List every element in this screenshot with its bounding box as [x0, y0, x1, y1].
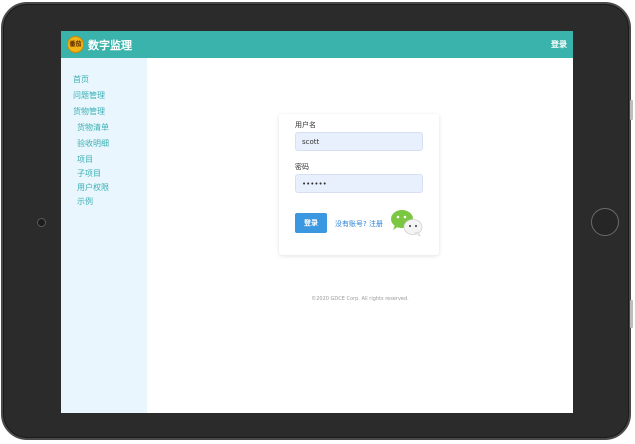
sidebar-item-projects[interactable]: 项目 [77, 154, 93, 165]
home-button[interactable] [591, 208, 619, 236]
volume-button[interactable] [630, 100, 633, 120]
sidebar-item-acceptance[interactable]: 验收明细 [77, 138, 109, 149]
username-label: 用户名 [295, 121, 316, 129]
sidebar-item-issues[interactable]: 问题管理 [73, 90, 105, 101]
sidebar-item-examples[interactable]: 示例 [77, 196, 93, 207]
sidebar-item-goods-list[interactable]: 货物清单 [77, 122, 109, 133]
app-title: 数字监理 [88, 39, 132, 52]
sidebar-item-subprojects[interactable]: 子项目 [77, 168, 101, 179]
app-header: 番茄 数字监理 登录 [61, 31, 573, 58]
camera-icon [37, 218, 46, 227]
password-input[interactable] [295, 174, 423, 193]
login-button[interactable]: 登录 [295, 213, 327, 233]
register-link[interactable]: 没有账号? 注册 [335, 219, 383, 229]
footer-copyright: ©2020 GDCE Corp. All rights reserved. [311, 296, 409, 302]
username-input[interactable] [295, 132, 423, 151]
sidebar-item-goods[interactable]: 货物管理 [73, 106, 105, 117]
login-card: 用户名 密码 登录 没有账号? 注册 [279, 114, 439, 255]
app-screen: 番茄 数字监理 登录 首页 问题管理 货物管理 货物清单 验收明细 项目 子项目… [61, 31, 573, 413]
header-login-link[interactable]: 登录 [551, 39, 567, 50]
power-button[interactable] [630, 300, 633, 328]
password-label: 密码 [295, 163, 309, 171]
sidebar-item-permissions[interactable]: 用户权限 [77, 182, 109, 193]
wechat-icon[interactable] [390, 208, 424, 238]
sidebar-nav: 首页 问题管理 货物管理 货物清单 验收明细 项目 子项目 用户权限 示例 [61, 58, 147, 413]
tomato-logo-icon[interactable]: 番茄 [67, 36, 84, 53]
sidebar-item-home[interactable]: 首页 [73, 74, 89, 85]
main-content: 用户名 密码 登录 没有账号? 注册 ©2020 GDCE Corp. All … [147, 58, 573, 413]
